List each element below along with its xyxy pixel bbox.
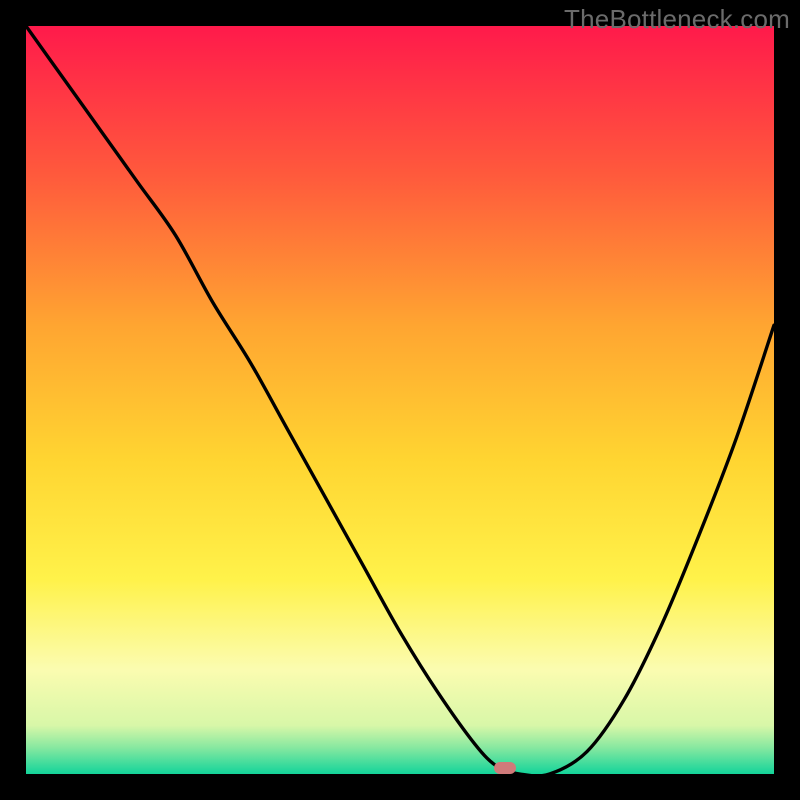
plot-area	[26, 26, 774, 774]
chart-frame: TheBottleneck.com	[0, 0, 800, 800]
bottleneck-curve	[26, 26, 774, 774]
optimal-marker	[494, 762, 516, 774]
watermark-text: TheBottleneck.com	[564, 4, 790, 35]
